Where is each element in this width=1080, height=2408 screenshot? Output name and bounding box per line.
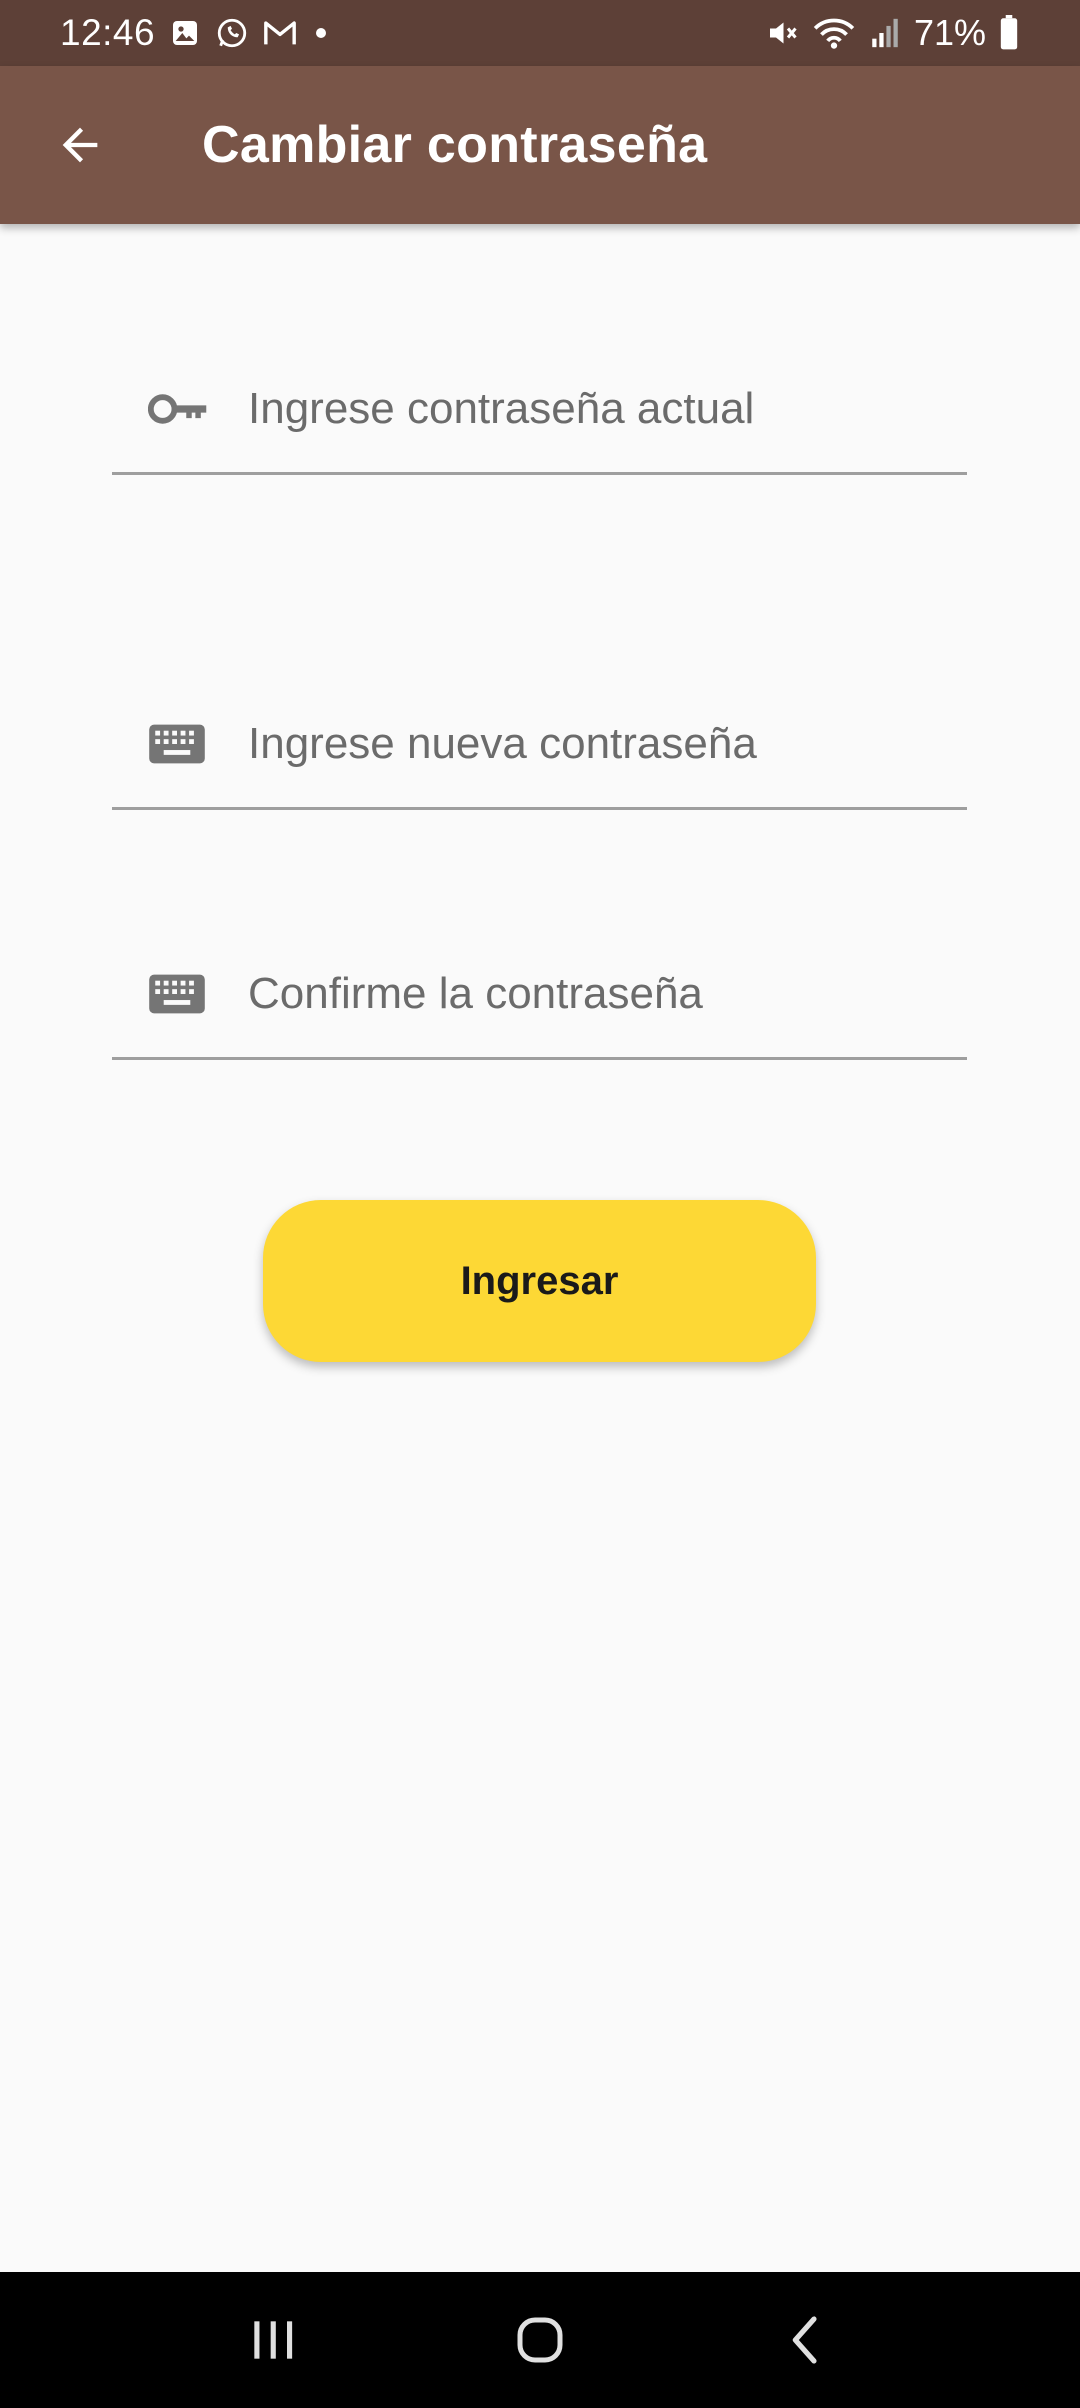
submit-button[interactable]: Ingresar (263, 1200, 816, 1362)
mute-icon (764, 15, 800, 51)
recents-icon (254, 2321, 293, 2359)
status-bar: 12:46 71% (0, 0, 1080, 66)
app-bar: Cambiar contraseña (0, 66, 1080, 224)
screen: 12:46 71% Cambiar contraseña Ingresar (0, 0, 1080, 2408)
page-title: Cambiar contraseña (202, 116, 708, 174)
whatsapp-icon (215, 16, 249, 50)
new-password-input[interactable] (248, 680, 948, 807)
confirm-password-input[interactable] (248, 930, 948, 1057)
status-time: 12:46 (60, 12, 156, 53)
new-password-field (112, 680, 967, 810)
back-button[interactable] (20, 85, 140, 205)
battery-icon (998, 15, 1020, 51)
signal-icon (868, 16, 902, 50)
confirm-password-field (112, 930, 967, 1060)
keyboard-icon (148, 680, 206, 807)
navigation-bar (0, 2272, 1080, 2408)
back-icon (792, 2316, 817, 2364)
gallery-icon (169, 17, 201, 49)
arrow-left-icon (62, 127, 98, 163)
wifi-icon (812, 15, 856, 51)
status-left: 12:46 (60, 12, 331, 54)
keyboard-icon (148, 930, 206, 1057)
dot-icon (311, 23, 331, 43)
home-button[interactable] (485, 2285, 595, 2395)
battery-percentage: 71% (913, 12, 986, 53)
status-right: 71% (764, 12, 1020, 54)
home-icon (517, 2317, 563, 2363)
key-icon (148, 345, 210, 472)
gmail-icon (263, 18, 297, 48)
current-password-input[interactable] (248, 345, 948, 472)
back-nav-button[interactable] (752, 2285, 862, 2395)
recents-button[interactable] (218, 2285, 328, 2395)
current-password-field (112, 345, 967, 475)
